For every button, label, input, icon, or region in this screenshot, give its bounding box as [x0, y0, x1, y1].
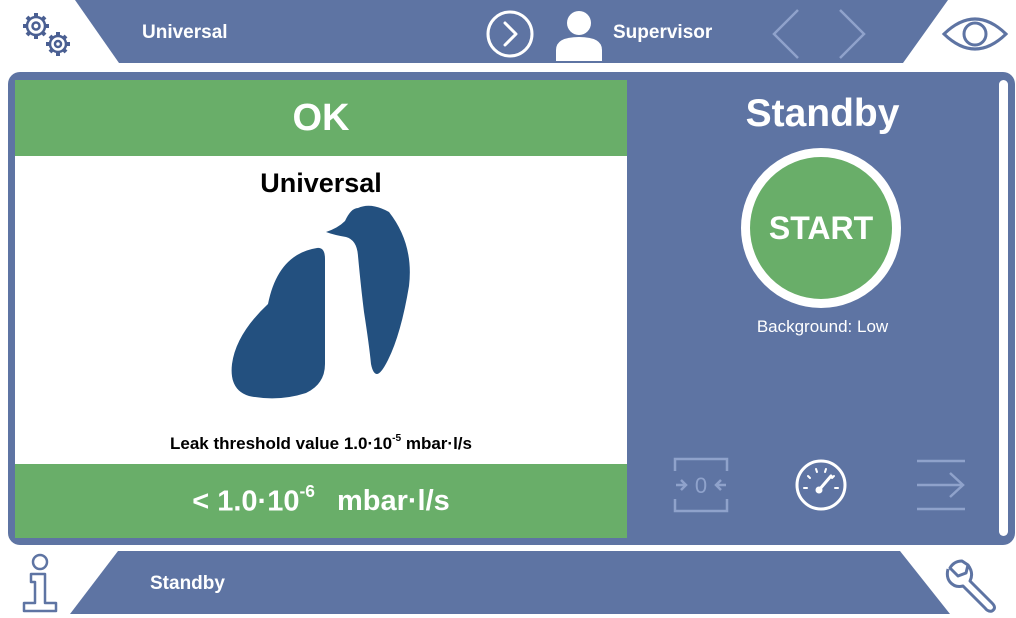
zero-button[interactable]: 0: [672, 456, 730, 514]
info-button[interactable]: [18, 553, 62, 613]
view-button[interactable]: [940, 12, 1010, 56]
leak-threshold-text: Leak threshold value 1.0·10-5 mbar·l/s: [170, 432, 472, 453]
info-icon: [22, 553, 58, 613]
wrench-icon: [945, 559, 996, 613]
result-panel: OK Universal Leak threshold value 1.0·10…: [15, 80, 627, 538]
exit-icon: [917, 459, 965, 511]
scrollbar[interactable]: [999, 80, 1008, 536]
user-icon-button[interactable]: [553, 6, 605, 62]
service-button[interactable]: [944, 555, 1004, 613]
leak-rate-bar: < 1.0·10-6 mbar·l/s: [15, 464, 627, 538]
svg-text:0: 0: [695, 473, 707, 498]
nav-back-button[interactable]: [768, 6, 804, 62]
user-icon: [556, 11, 602, 61]
background-status: Background: Low: [756, 317, 889, 336]
nav-forward-button[interactable]: [834, 6, 870, 62]
user-name[interactable]: Supervisor: [613, 22, 712, 44]
eye-icon: [941, 17, 1009, 51]
state-title: Standby: [745, 92, 900, 135]
settings-icon-button[interactable]: [14, 6, 76, 62]
mode-title: Universal: [260, 168, 382, 198]
chevron-left-icon: [772, 9, 799, 59]
gauge-icon: [795, 459, 847, 511]
next-button[interactable]: [485, 9, 535, 59]
leak-rate-value: < 1.0·10-6: [192, 481, 315, 518]
universal-mode-logo: [231, 205, 410, 399]
topbar-mode-title[interactable]: Universal: [142, 22, 228, 44]
leak-rate-unit: mbar·l/s: [336, 484, 450, 517]
status-ok-bar: OK: [15, 80, 627, 156]
exit-button[interactable]: [912, 456, 970, 514]
zero-icon: 0: [673, 457, 729, 513]
bottom-status-text: Standby: [150, 573, 225, 594]
chevron-right-icon: [839, 9, 866, 59]
start-button[interactable]: START: [741, 148, 901, 308]
circle-chevron-right-icon: [486, 10, 534, 58]
gauge-button[interactable]: [792, 456, 850, 514]
settings-gears-icon: [23, 13, 70, 56]
